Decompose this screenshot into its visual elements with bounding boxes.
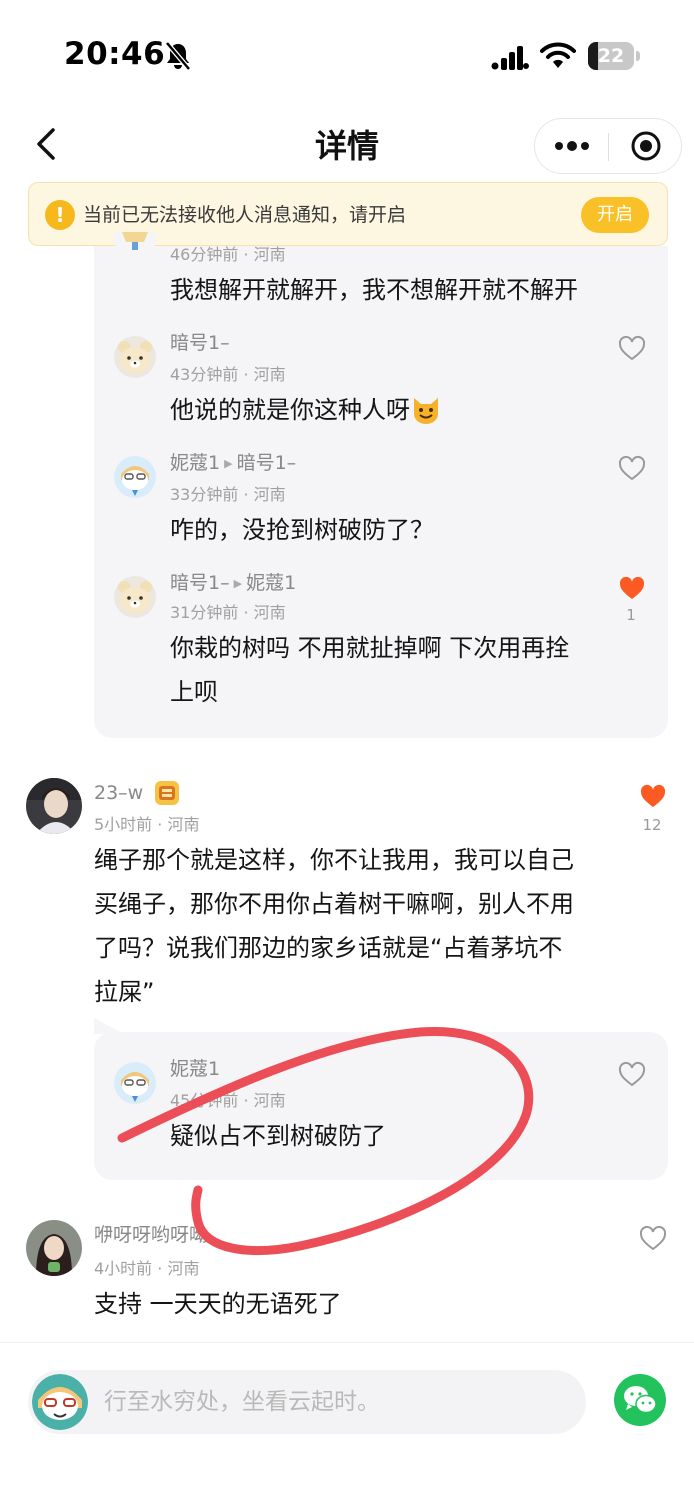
battery-icon: 22 — [588, 42, 640, 70]
status-time: 20:46 — [64, 36, 166, 72]
more-icon — [555, 141, 589, 151]
reply-meta: 46分钟前 · 河南 — [170, 245, 286, 264]
reply-text: 咋的，没抢到树破防了？ — [170, 516, 434, 544]
heart-icon[interactable] — [638, 1224, 668, 1252]
wechat-icon — [624, 1386, 657, 1414]
comment-text-line: 买绳子，那你不用你占着树干嘛啊，别人不用 — [94, 890, 574, 918]
reply-text: 我想解开就解开，我不想解开就不解开 — [170, 276, 578, 304]
like-count: 1 — [626, 606, 636, 624]
close-target-icon — [631, 131, 661, 161]
avatar[interactable] — [26, 778, 82, 834]
cat-emoji-icon — [414, 398, 438, 424]
cat-avatar-icon — [114, 1062, 156, 1104]
cat-avatar-icon — [32, 1374, 88, 1430]
reply-author[interactable]: 暗号1– — [170, 330, 230, 356]
reply-text: 他说的就是你这种人呀 — [170, 388, 442, 432]
enable-notification-button[interactable]: 开启 — [581, 197, 649, 233]
reply-text-line: 你栽的树吗 不用就扯掉啊 下次用再拴 — [170, 634, 570, 662]
cat-avatar-icon — [114, 456, 156, 498]
comment-meta: 5小时前 · 河南 — [94, 815, 200, 834]
wifi-icon — [540, 42, 576, 68]
comment-author[interactable]: 23–w — [94, 780, 143, 806]
user-photo-avatar — [26, 1220, 82, 1276]
reply-author[interactable]: 暗号1– ▶ 妮蔻1 — [170, 570, 296, 597]
bear-avatar-icon — [114, 576, 156, 618]
comment-author[interactable]: 咿呀呀哟呀呦 — [94, 1222, 208, 1248]
bear-avatar-icon — [114, 336, 156, 378]
battery-level: 22 — [597, 45, 625, 67]
reply-meta: 31分钟前 · 河南 — [170, 603, 286, 622]
avatar[interactable] — [114, 1062, 156, 1104]
avatar[interactable] — [114, 336, 156, 378]
comment-text-line: 绳子那个就是这样，你不让我用，我可以自己 — [94, 846, 574, 874]
level-badge-icon — [155, 781, 179, 805]
like-count: 12 — [642, 816, 662, 834]
reply-author[interactable]: 妮蔻1 — [170, 1056, 220, 1082]
reply-text-line: 上呗 — [170, 678, 218, 706]
heart-icon[interactable] — [617, 1060, 647, 1088]
notification-text: 当前已无法接收他人消息通知，请开启 — [83, 204, 407, 226]
reply-text: 疑似占不到树破防了 — [170, 1122, 386, 1150]
bell-off-icon — [165, 41, 191, 71]
signal-icon — [491, 46, 529, 70]
comment-text-line: 拉屎” — [94, 978, 155, 1006]
avatar[interactable] — [114, 576, 156, 618]
comment-text: 支持 一天天的无语死了 — [94, 1290, 342, 1318]
comment-text-line: 了吗？说我们那边的家乡话就是“占着茅坑不 — [94, 934, 563, 962]
avatar[interactable] — [26, 1220, 82, 1276]
reply-meta: 33分钟前 · 河南 — [170, 485, 286, 504]
avatar[interactable] — [114, 456, 156, 498]
close-button[interactable] — [609, 119, 683, 173]
reply-meta: 43分钟前 · 河南 — [170, 365, 286, 384]
reply-meta: 45分钟前 · 河南 — [170, 1091, 286, 1110]
status-bar: 20:46 22 — [0, 0, 694, 110]
reply-author[interactable]: 妮蔻1 ▶ 暗号1– — [170, 450, 296, 477]
mini-program-capsule — [534, 118, 682, 174]
wechat-share-button[interactable] — [614, 1374, 666, 1426]
heart-icon[interactable] — [617, 334, 647, 362]
heart-icon[interactable] — [617, 454, 647, 482]
comment-meta: 4小时前 · 河南 — [94, 1259, 200, 1278]
more-button[interactable] — [535, 119, 609, 173]
user-photo-avatar — [26, 778, 82, 834]
warning-icon: ! — [45, 200, 75, 230]
heart-filled-icon[interactable] — [617, 574, 647, 602]
heart-filled-icon[interactable] — [638, 782, 668, 810]
my-avatar[interactable] — [32, 1374, 88, 1430]
input-placeholder[interactable]: 行至水穷处，坐看云起时。 — [104, 1382, 380, 1422]
